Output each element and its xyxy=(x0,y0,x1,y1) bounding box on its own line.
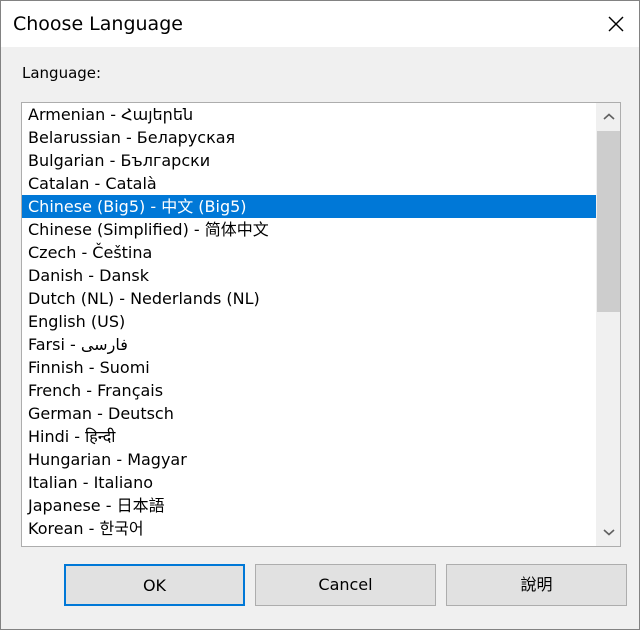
list-item[interactable]: Armenian - Հայերեն xyxy=(22,103,596,126)
dialog-button-row: OK Cancel 說明 xyxy=(1,564,639,610)
chevron-up-icon[interactable] xyxy=(597,103,620,131)
language-listbox[interactable]: Armenian - Հայերեն Belarussian - Беларуск… xyxy=(21,102,621,547)
list-item[interactable]: Dutch (NL) - Nederlands (NL) xyxy=(22,287,596,310)
language-label: Language: xyxy=(22,64,102,82)
chevron-down-icon[interactable] xyxy=(597,518,620,546)
window-title: Choose Language xyxy=(13,13,183,35)
choose-language-dialog: Choose Language Language: Armenian - Հայ… xyxy=(0,0,640,630)
list-item[interactable]: Danish - Dansk xyxy=(22,264,596,287)
list-item[interactable]: Farsi - فارسی xyxy=(22,333,596,356)
list-item[interactable]: French - Français xyxy=(22,379,596,402)
scrollbar-thumb[interactable] xyxy=(597,131,620,312)
close-icon[interactable] xyxy=(593,1,639,47)
list-item[interactable]: English (US) xyxy=(22,310,596,333)
list-item[interactable]: Belarussian - Беларуская xyxy=(22,126,596,149)
titlebar: Choose Language xyxy=(1,1,639,47)
listbox-scrollbar[interactable] xyxy=(596,103,620,546)
list-item[interactable]: Chinese (Big5) - 中文 (Big5) xyxy=(22,195,596,218)
list-item[interactable]: Catalan - Català xyxy=(22,172,596,195)
list-item[interactable]: Czech - Čeština xyxy=(22,241,596,264)
list-item[interactable]: Japanese - 日本語 xyxy=(22,494,596,517)
list-item[interactable]: Finnish - Suomi xyxy=(22,356,596,379)
list-item[interactable]: Korean - 한국어 xyxy=(22,517,596,540)
ok-button[interactable]: OK xyxy=(64,564,245,606)
list-item[interactable]: Hindi - हिन्दी xyxy=(22,425,596,448)
list-item[interactable]: German - Deutsch xyxy=(22,402,596,425)
list-item[interactable]: Italian - Italiano xyxy=(22,471,596,494)
cancel-button[interactable]: Cancel xyxy=(255,564,436,606)
list-item[interactable]: Hungarian - Magyar xyxy=(22,448,596,471)
list-item[interactable]: Bulgarian - Български xyxy=(22,149,596,172)
help-button[interactable]: 說明 xyxy=(446,564,627,606)
list-item[interactable]: Chinese (Simplified) - 简体中文 xyxy=(22,218,596,241)
scrollbar-track[interactable] xyxy=(597,131,620,518)
language-list-items: Armenian - Հայերեն Belarussian - Беларуск… xyxy=(22,103,596,546)
